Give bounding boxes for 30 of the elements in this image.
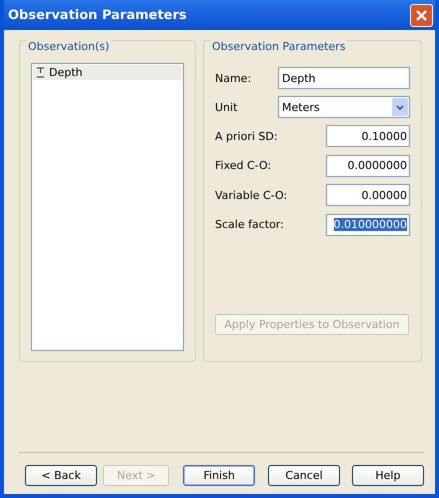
dialog-button[interactable]: < Back — [25, 465, 98, 486]
number-field[interactable]: 0.00000 — [326, 184, 410, 206]
field-label: Unit — [215, 100, 238, 114]
field-value: 0.10000 — [362, 130, 407, 143]
field-value: 0.0000000 — [348, 159, 407, 172]
window-title: Observation Parameters — [8, 8, 187, 22]
number-field[interactable]: 0.10000 — [326, 125, 410, 148]
chevron-down-icon — [396, 104, 404, 110]
field-label: Scale factor: — [215, 218, 284, 232]
text-field[interactable]: Depth — [278, 67, 410, 90]
list-item[interactable]: Depth — [33, 65, 182, 80]
close-button[interactable] — [410, 4, 433, 26]
field-label: Variable C-O: — [215, 188, 288, 202]
group-title: Observation Parameters — [210, 40, 348, 53]
dialog-button[interactable]: Finish — [183, 465, 256, 486]
field-label: A priori SD: — [215, 130, 278, 143]
close-icon — [415, 8, 428, 22]
field-value: Depth — [282, 72, 316, 85]
depth-icon — [36, 67, 46, 78]
field-label: Fixed C-O: — [215, 159, 272, 172]
dialog-button[interactable]: Cancel — [268, 465, 340, 486]
group-title: Observation(s) — [26, 40, 112, 53]
number-field[interactable]: 0.010000000 — [326, 214, 410, 236]
dialog-button[interactable]: Help — [352, 465, 424, 486]
field-value: 0.00000 — [362, 188, 407, 202]
number-field[interactable]: 0.0000000 — [326, 154, 410, 177]
field-value: 0.010000000 — [334, 218, 407, 232]
field-value: Meters — [282, 100, 320, 114]
field-label: Name: — [215, 72, 252, 85]
unit-dropdown[interactable]: Meters — [278, 96, 410, 118]
